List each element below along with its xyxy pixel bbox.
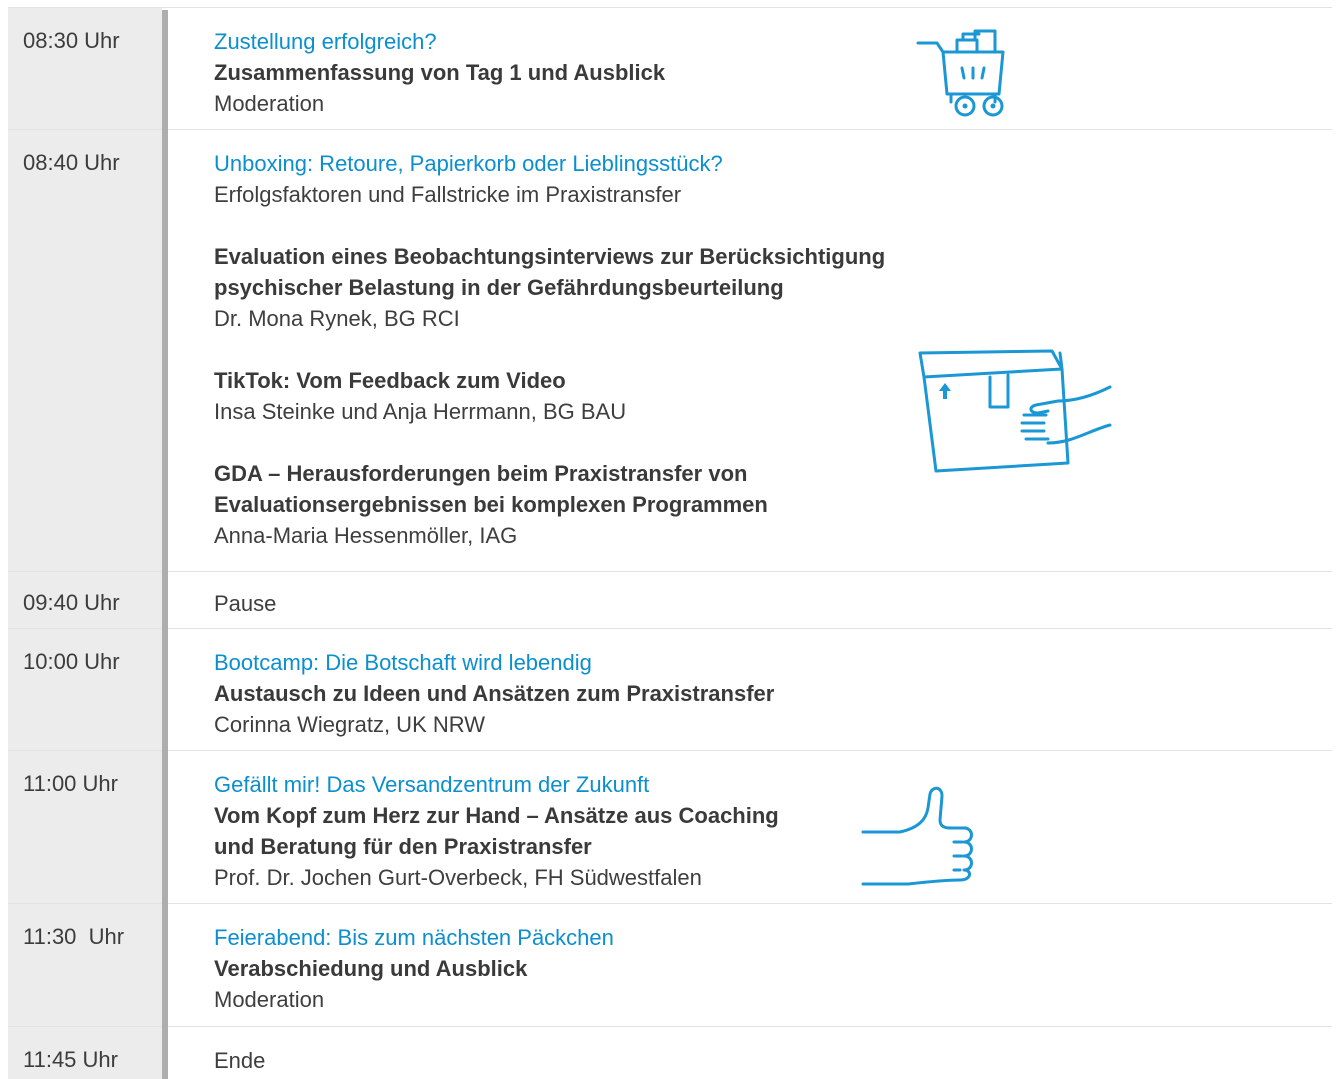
session-title: Verabschiedung und Ausblick: [214, 956, 528, 981]
session-subtitle: Erfolgsfaktoren und Fallstricke im Praxi…: [214, 182, 682, 207]
talk-title-line: Evaluationsergebnissen bei komplexen Pro…: [214, 492, 768, 517]
time-cell: 09:40 Uhr: [8, 572, 162, 628]
session-speaker: Moderation: [214, 987, 325, 1012]
time-cell: 11:45 Uhr: [8, 1027, 162, 1079]
session-content: Zustellung erfolgreich? Zusammenfassung …: [214, 26, 994, 119]
session-speaker: Corinna Wiegratz, UK NRW: [214, 712, 485, 737]
talk-title-line: GDA – Herausforderungen beim Praxistrans…: [214, 461, 748, 486]
talk-speaker: Anna-Maria Hessenmöller, IAG: [214, 523, 518, 548]
time-cell: 08:30 Uhr: [8, 8, 162, 129]
session-content: Bootcamp: Die Botschaft wird lebendig Au…: [214, 647, 994, 740]
session-speaker: Moderation: [214, 91, 325, 116]
talk-title-line: TikTok: Vom Feedback zum Video: [214, 368, 566, 393]
talk-speaker: Insa Steinke und Anja Herrmann, BG BAU: [214, 399, 627, 424]
thumbs-up-icon: [860, 782, 980, 890]
time-cell: 08:40 Uhr: [8, 130, 162, 571]
session-content: Feierabend: Bis zum nächsten Päckchen Ve…: [214, 922, 994, 1015]
session-headline: Zustellung erfolgreich?: [214, 29, 437, 54]
agenda-row-0940: 09:40 Uhr Pause: [8, 572, 1332, 629]
timeline-bar: [162, 10, 168, 1079]
session-text: Ende: [214, 1048, 266, 1073]
talk-title-line: Evaluation eines Beobachtungsinterviews …: [214, 244, 886, 269]
session-content: Pause: [214, 588, 994, 619]
parcel-box-icon: [912, 345, 1118, 477]
time-cell: 11:30 Uhr: [8, 904, 162, 1026]
shopping-cart-icon: [915, 26, 1015, 120]
agenda-row-1000: 10:00 Uhr Bootcamp: Die Botschaft wird l…: [8, 629, 1332, 751]
session-content: Unboxing: Retoure, Papierkorb oder Liebl…: [214, 148, 994, 551]
agenda-row-1100: 11:00 Uhr Gefällt mir! Das Versandzentru…: [8, 751, 1332, 904]
session-title: Austausch zu Ideen und Ansätzen zum Prax…: [214, 681, 775, 706]
time-cell: 11:00 Uhr: [8, 751, 162, 903]
talk-title-line: psychischer Belastung in der Gefährdungs…: [214, 275, 784, 300]
time-cell: 10:00 Uhr: [8, 629, 162, 750]
session-headline: Bootcamp: Die Botschaft wird lebendig: [214, 650, 592, 675]
talk-speaker: Dr. Mona Rynek, BG RCI: [214, 306, 460, 331]
session-content: Ende: [214, 1045, 994, 1076]
agenda-row-0840: 08:40 Uhr Unboxing: Retoure, Papierkorb …: [8, 130, 1332, 572]
session-title: Zusammenfassung von Tag 1 und Ausblick: [214, 60, 666, 85]
session-headline: Feierabend: Bis zum nächsten Päckchen: [214, 925, 614, 950]
session-text: Pause: [214, 591, 277, 616]
agenda-row-1130: 11:30 Uhr Feierabend: Bis zum nächsten P…: [8, 904, 1332, 1027]
session-headline: Unboxing: Retoure, Papierkorb oder Liebl…: [214, 151, 723, 176]
agenda-row-0830: 08:30 Uhr Zustellung erfolgreich? Zusamm…: [8, 8, 1332, 130]
agenda-row-1145: 11:45 Uhr Ende: [8, 1027, 1332, 1079]
